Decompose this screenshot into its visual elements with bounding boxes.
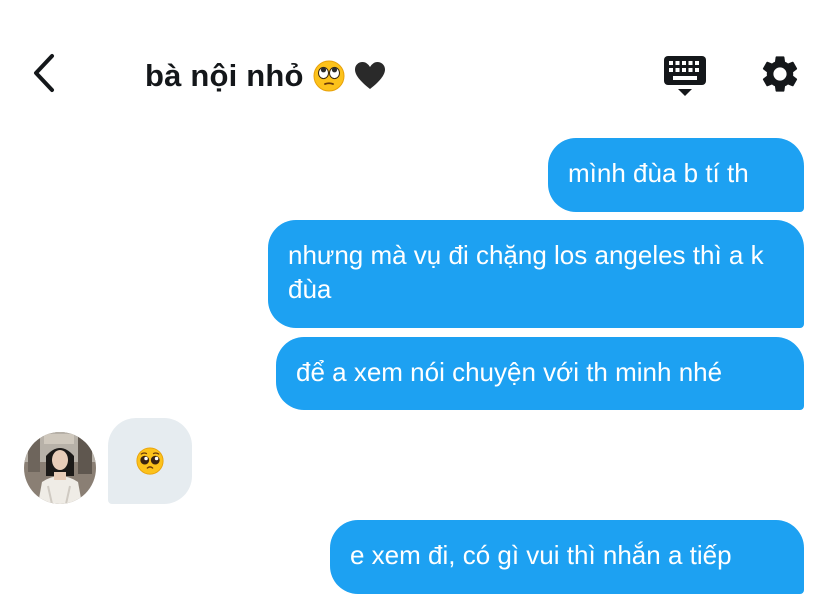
black-heart-icon bbox=[354, 61, 386, 91]
face-with-rolling-eyes-icon bbox=[313, 60, 345, 92]
settings-button[interactable] bbox=[758, 52, 804, 98]
conversation-header: bà nội nhỏ bbox=[0, 0, 828, 130]
pleading-face-icon bbox=[136, 447, 164, 475]
keyboard-icon bbox=[664, 56, 706, 96]
chevron-left-icon bbox=[34, 54, 54, 92]
outgoing-message-bubble[interactable]: mình đùa b tí th bbox=[548, 138, 804, 212]
message-text: để a xem nói chuyện với th minh nhé bbox=[296, 357, 723, 387]
avatar[interactable] bbox=[24, 432, 96, 504]
message-text: mình đùa b tí th bbox=[568, 158, 749, 188]
gear-icon bbox=[762, 56, 798, 92]
incoming-message-bubble[interactable] bbox=[108, 418, 192, 504]
outgoing-message-bubble[interactable]: để a xem nói chuyện với th minh nhé bbox=[276, 337, 804, 410]
message-text: nhưng mà vụ đi chặng los angeles thì a k… bbox=[288, 240, 764, 304]
back-button[interactable] bbox=[22, 50, 68, 96]
keyboard-button[interactable] bbox=[662, 54, 708, 98]
message-text: e xem đi, có gì vui thì nhắn a tiếp bbox=[350, 540, 732, 570]
outgoing-message-bubble[interactable]: nhưng mà vụ đi chặng los angeles thì a k… bbox=[268, 220, 804, 328]
conversation-title-text: bà nội nhỏ bbox=[145, 58, 304, 93]
outgoing-message-bubble[interactable]: e xem đi, có gì vui thì nhắn a tiếp bbox=[330, 520, 804, 594]
conversation-title[interactable]: bà nội nhỏ bbox=[145, 58, 386, 94]
